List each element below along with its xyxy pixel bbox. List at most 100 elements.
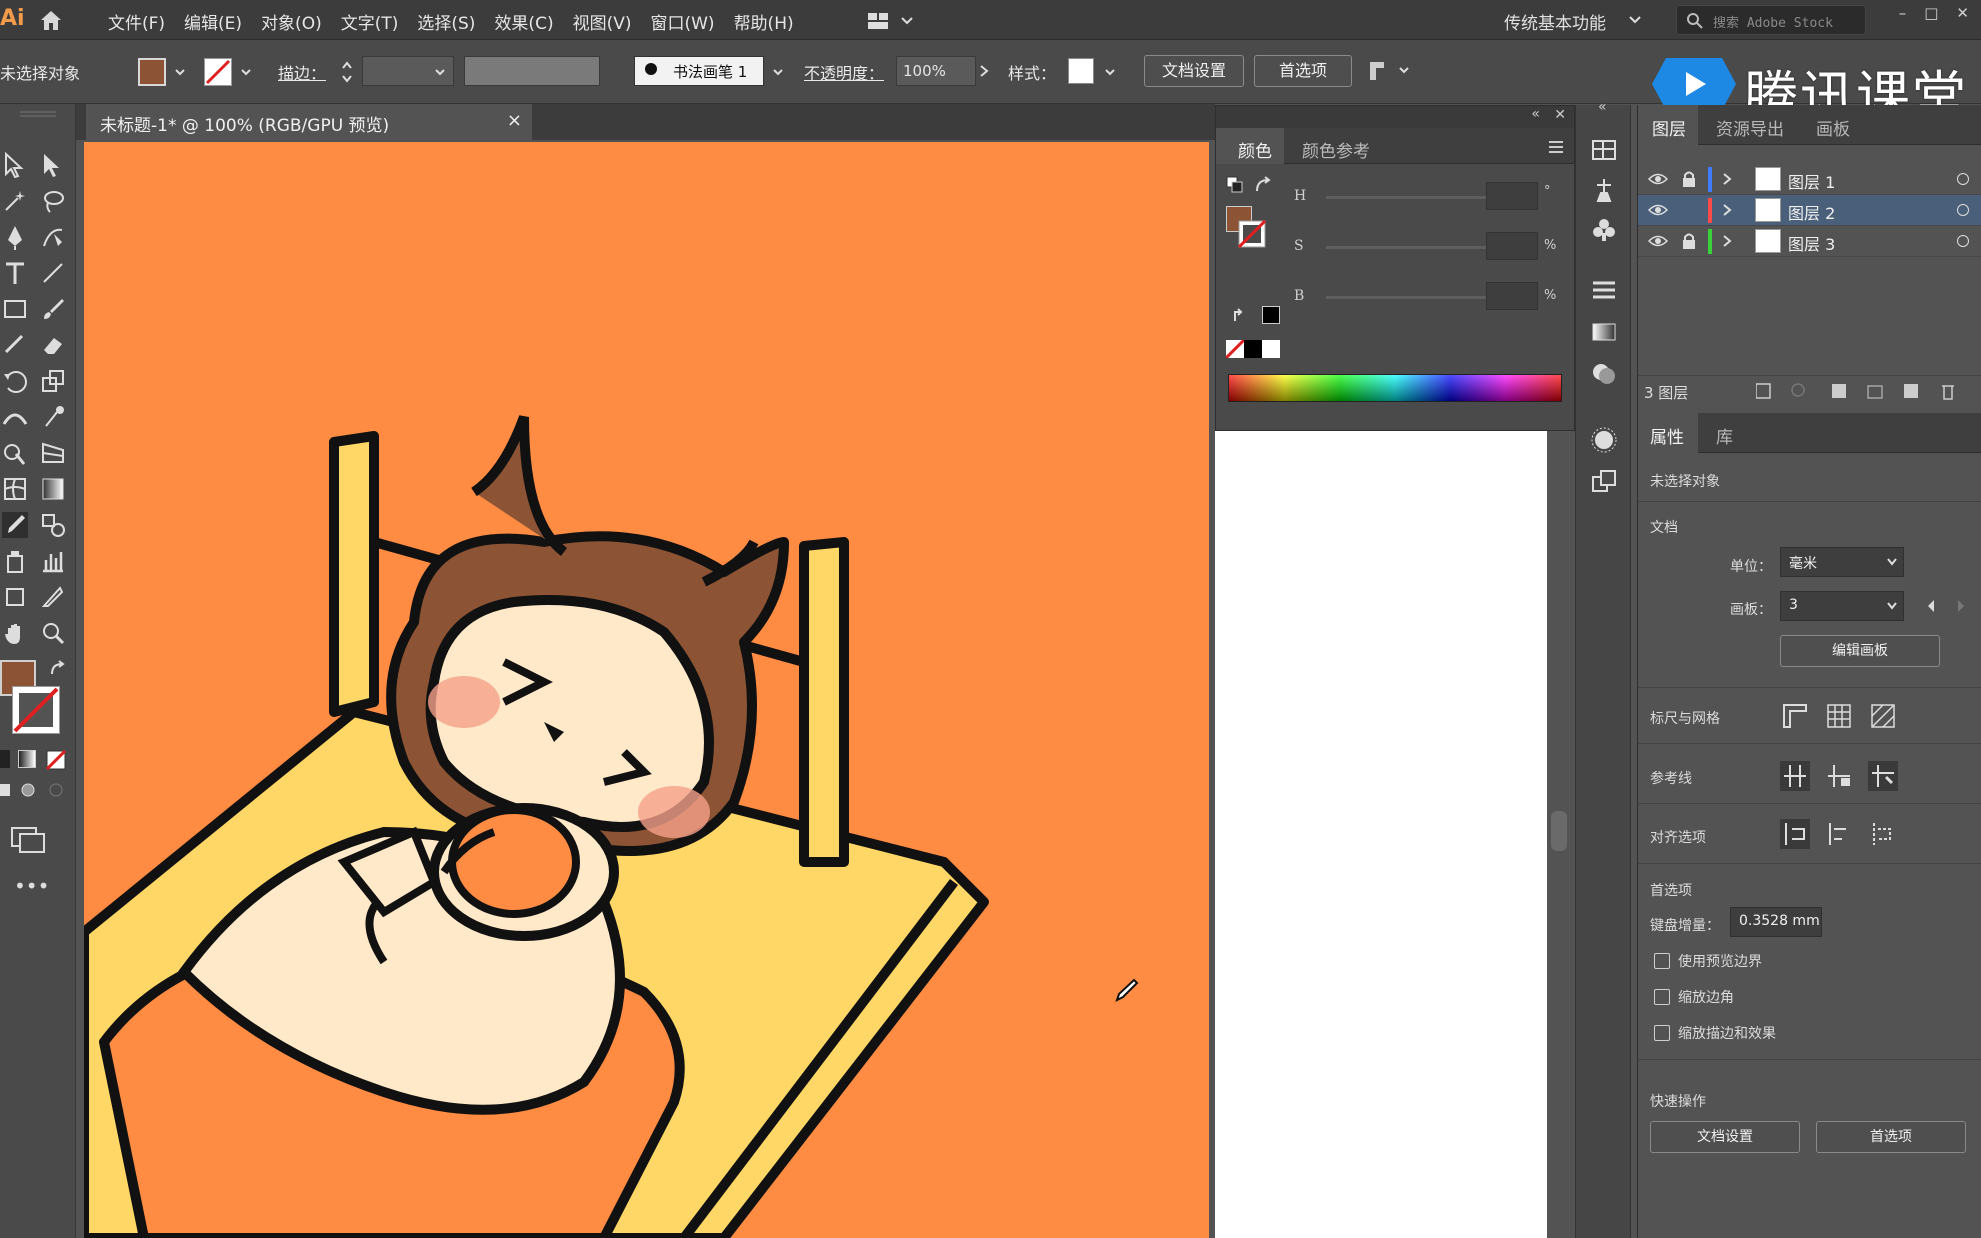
arrange-options-icon[interactable] xyxy=(1366,58,1412,84)
width-tool-icon[interactable] xyxy=(2,404,28,430)
menu-help[interactable]: 帮助(H) xyxy=(734,9,794,34)
line-segment-tool-icon[interactable] xyxy=(40,260,66,286)
magic-wand-tool-icon[interactable] xyxy=(2,188,28,214)
lock-icon[interactable] xyxy=(1682,232,1696,250)
visibility-eye-icon[interactable] xyxy=(1648,203,1668,217)
snap-to-pixel-icon[interactable] xyxy=(1780,819,1810,849)
transparency-grid-icon[interactable] xyxy=(1868,701,1898,731)
gradient-tool-icon[interactable] xyxy=(40,476,66,502)
puppet-warp-tool-icon[interactable] xyxy=(40,404,66,430)
stroke-label[interactable]: 描边： xyxy=(278,60,326,84)
chevron-down-icon[interactable] xyxy=(240,66,252,78)
swatches-panel-icon[interactable] xyxy=(1589,135,1619,165)
layer-name[interactable]: 图层 3 xyxy=(1788,231,1835,255)
symbols-panel-icon[interactable] xyxy=(1589,215,1619,245)
menu-file[interactable]: 文件(F) xyxy=(108,9,165,34)
none-mode-icon[interactable] xyxy=(46,750,66,770)
minimize-icon[interactable]: – xyxy=(1899,4,1907,22)
layer-row[interactable]: 图层 2 xyxy=(1638,195,1981,226)
zoom-tool-icon[interactable] xyxy=(40,620,66,646)
menu-object[interactable]: 对象(O) xyxy=(261,9,322,34)
drawing-modes-icon[interactable] xyxy=(0,778,66,802)
pen-tool-icon[interactable] xyxy=(2,224,28,250)
home-icon[interactable] xyxy=(38,8,64,32)
scale-strokes-checkbox[interactable] xyxy=(1654,1025,1670,1041)
snap-to-glyph-icon[interactable] xyxy=(1868,819,1898,849)
saturation-slider[interactable] xyxy=(1326,246,1486,249)
keyboard-increment-input[interactable]: 0.3528 mm xyxy=(1730,907,1822,937)
shaper-tool-icon[interactable] xyxy=(2,332,28,358)
hand-tool-icon[interactable] xyxy=(2,620,28,646)
brightness-input[interactable] xyxy=(1486,282,1538,310)
snap-to-point-icon[interactable] xyxy=(1824,819,1854,849)
scale-corners-checkbox[interactable] xyxy=(1654,989,1670,1005)
nearest-websafe-swatch[interactable] xyxy=(1262,306,1280,324)
gradient-panel-icon[interactable] xyxy=(1589,317,1619,347)
perspective-grid-tool-icon[interactable] xyxy=(40,440,66,466)
close-panel-icon[interactable]: ✕ xyxy=(1554,107,1566,123)
tab-color[interactable]: 颜色 xyxy=(1238,137,1272,162)
maximize-icon[interactable]: □ xyxy=(1924,4,1938,22)
visibility-eye-icon[interactable] xyxy=(1648,172,1668,186)
hue-input[interactable] xyxy=(1486,182,1538,210)
chevron-down-icon[interactable] xyxy=(1628,14,1642,26)
quick-document-setup-button[interactable]: 文档设置 xyxy=(1650,1121,1800,1153)
more-tools-icon[interactable]: ••• xyxy=(14,874,49,898)
paintbrush-tool-icon[interactable] xyxy=(40,296,66,322)
use-preview-bounds-checkbox[interactable] xyxy=(1654,953,1670,969)
close-icon[interactable]: ✕ xyxy=(1956,4,1969,22)
stepper-icon[interactable] xyxy=(340,58,354,86)
arrange-documents-icon[interactable] xyxy=(866,10,914,32)
layer-name[interactable]: 图层 2 xyxy=(1788,200,1835,224)
lasso-tool-icon[interactable] xyxy=(40,188,66,214)
hue-slider[interactable] xyxy=(1326,196,1486,199)
expand-arrow-icon[interactable] xyxy=(1722,234,1732,248)
menu-type[interactable]: 文字(T) xyxy=(341,9,399,34)
tab-layers[interactable]: 图层 xyxy=(1652,115,1686,140)
none-swatch[interactable] xyxy=(1226,340,1244,358)
workspace-switcher[interactable]: 传统基本功能 xyxy=(1504,9,1606,34)
target-circle-icon[interactable] xyxy=(1957,173,1969,185)
column-graph-tool-icon[interactable] xyxy=(40,548,66,574)
blend-tool-icon[interactable] xyxy=(40,512,66,538)
chevron-down-icon[interactable] xyxy=(434,66,446,78)
brush-definition[interactable]: 书法画笔 1 xyxy=(634,56,764,86)
smart-guides-icon[interactable] xyxy=(1868,761,1898,791)
vertical-scrollbar-thumb[interactable] xyxy=(1551,811,1567,851)
layer-name[interactable]: 图层 1 xyxy=(1788,169,1835,193)
panel-menu-icon[interactable] xyxy=(1548,140,1564,154)
screen-mode-icon[interactable] xyxy=(10,826,46,854)
default-colors-icon[interactable] xyxy=(1226,176,1244,194)
collapse-panel-icon[interactable]: « xyxy=(1531,106,1540,122)
menu-effect[interactable]: 效果(C) xyxy=(494,9,553,34)
color-stroke-swatch[interactable] xyxy=(1238,220,1266,248)
graphic-style-swatch[interactable] xyxy=(1068,58,1094,84)
opacity-input[interactable]: 100% xyxy=(896,56,976,86)
collapse-strip-icon[interactable]: « xyxy=(1598,99,1607,115)
black-swatch[interactable] xyxy=(1244,340,1262,358)
transparency-panel-icon[interactable] xyxy=(1589,359,1619,389)
artboard[interactable] xyxy=(84,142,1209,1238)
lock-icon[interactable] xyxy=(1682,170,1696,188)
layers-footer-icons[interactable] xyxy=(1756,380,1976,402)
layer-row[interactable]: 图层 3 xyxy=(1638,226,1981,257)
eraser-tool-icon[interactable] xyxy=(40,332,66,358)
document-setup-button[interactable]: 文档设置 xyxy=(1144,55,1244,87)
expand-arrow-icon[interactable] xyxy=(1722,172,1732,186)
graphic-styles-panel-icon[interactable] xyxy=(1589,467,1619,497)
expand-arrow-icon[interactable] xyxy=(1722,203,1732,217)
vertical-scrollbar-track[interactable] xyxy=(1547,431,1575,1238)
artboard-tool-icon[interactable] xyxy=(2,584,28,610)
chevron-down-icon[interactable] xyxy=(174,66,186,78)
ruler-icon[interactable] xyxy=(1780,701,1810,731)
stock-search-field[interactable]: 搜索 Adobe Stock xyxy=(1676,5,1866,35)
out-of-gamut-icon[interactable] xyxy=(1232,306,1250,324)
chevron-right-icon[interactable] xyxy=(978,64,990,78)
previous-artboard-icon[interactable] xyxy=(1926,599,1936,613)
type-tool-icon[interactable] xyxy=(2,260,28,286)
quick-preferences-button[interactable]: 首选项 xyxy=(1816,1121,1966,1153)
show-guides-icon[interactable] xyxy=(1780,761,1810,791)
grid-icon[interactable] xyxy=(1824,701,1854,731)
document-tab[interactable]: 未标题-1* @ 100% (RGB/GPU 预览) × xyxy=(86,104,532,140)
close-tab-icon[interactable]: × xyxy=(507,110,522,131)
